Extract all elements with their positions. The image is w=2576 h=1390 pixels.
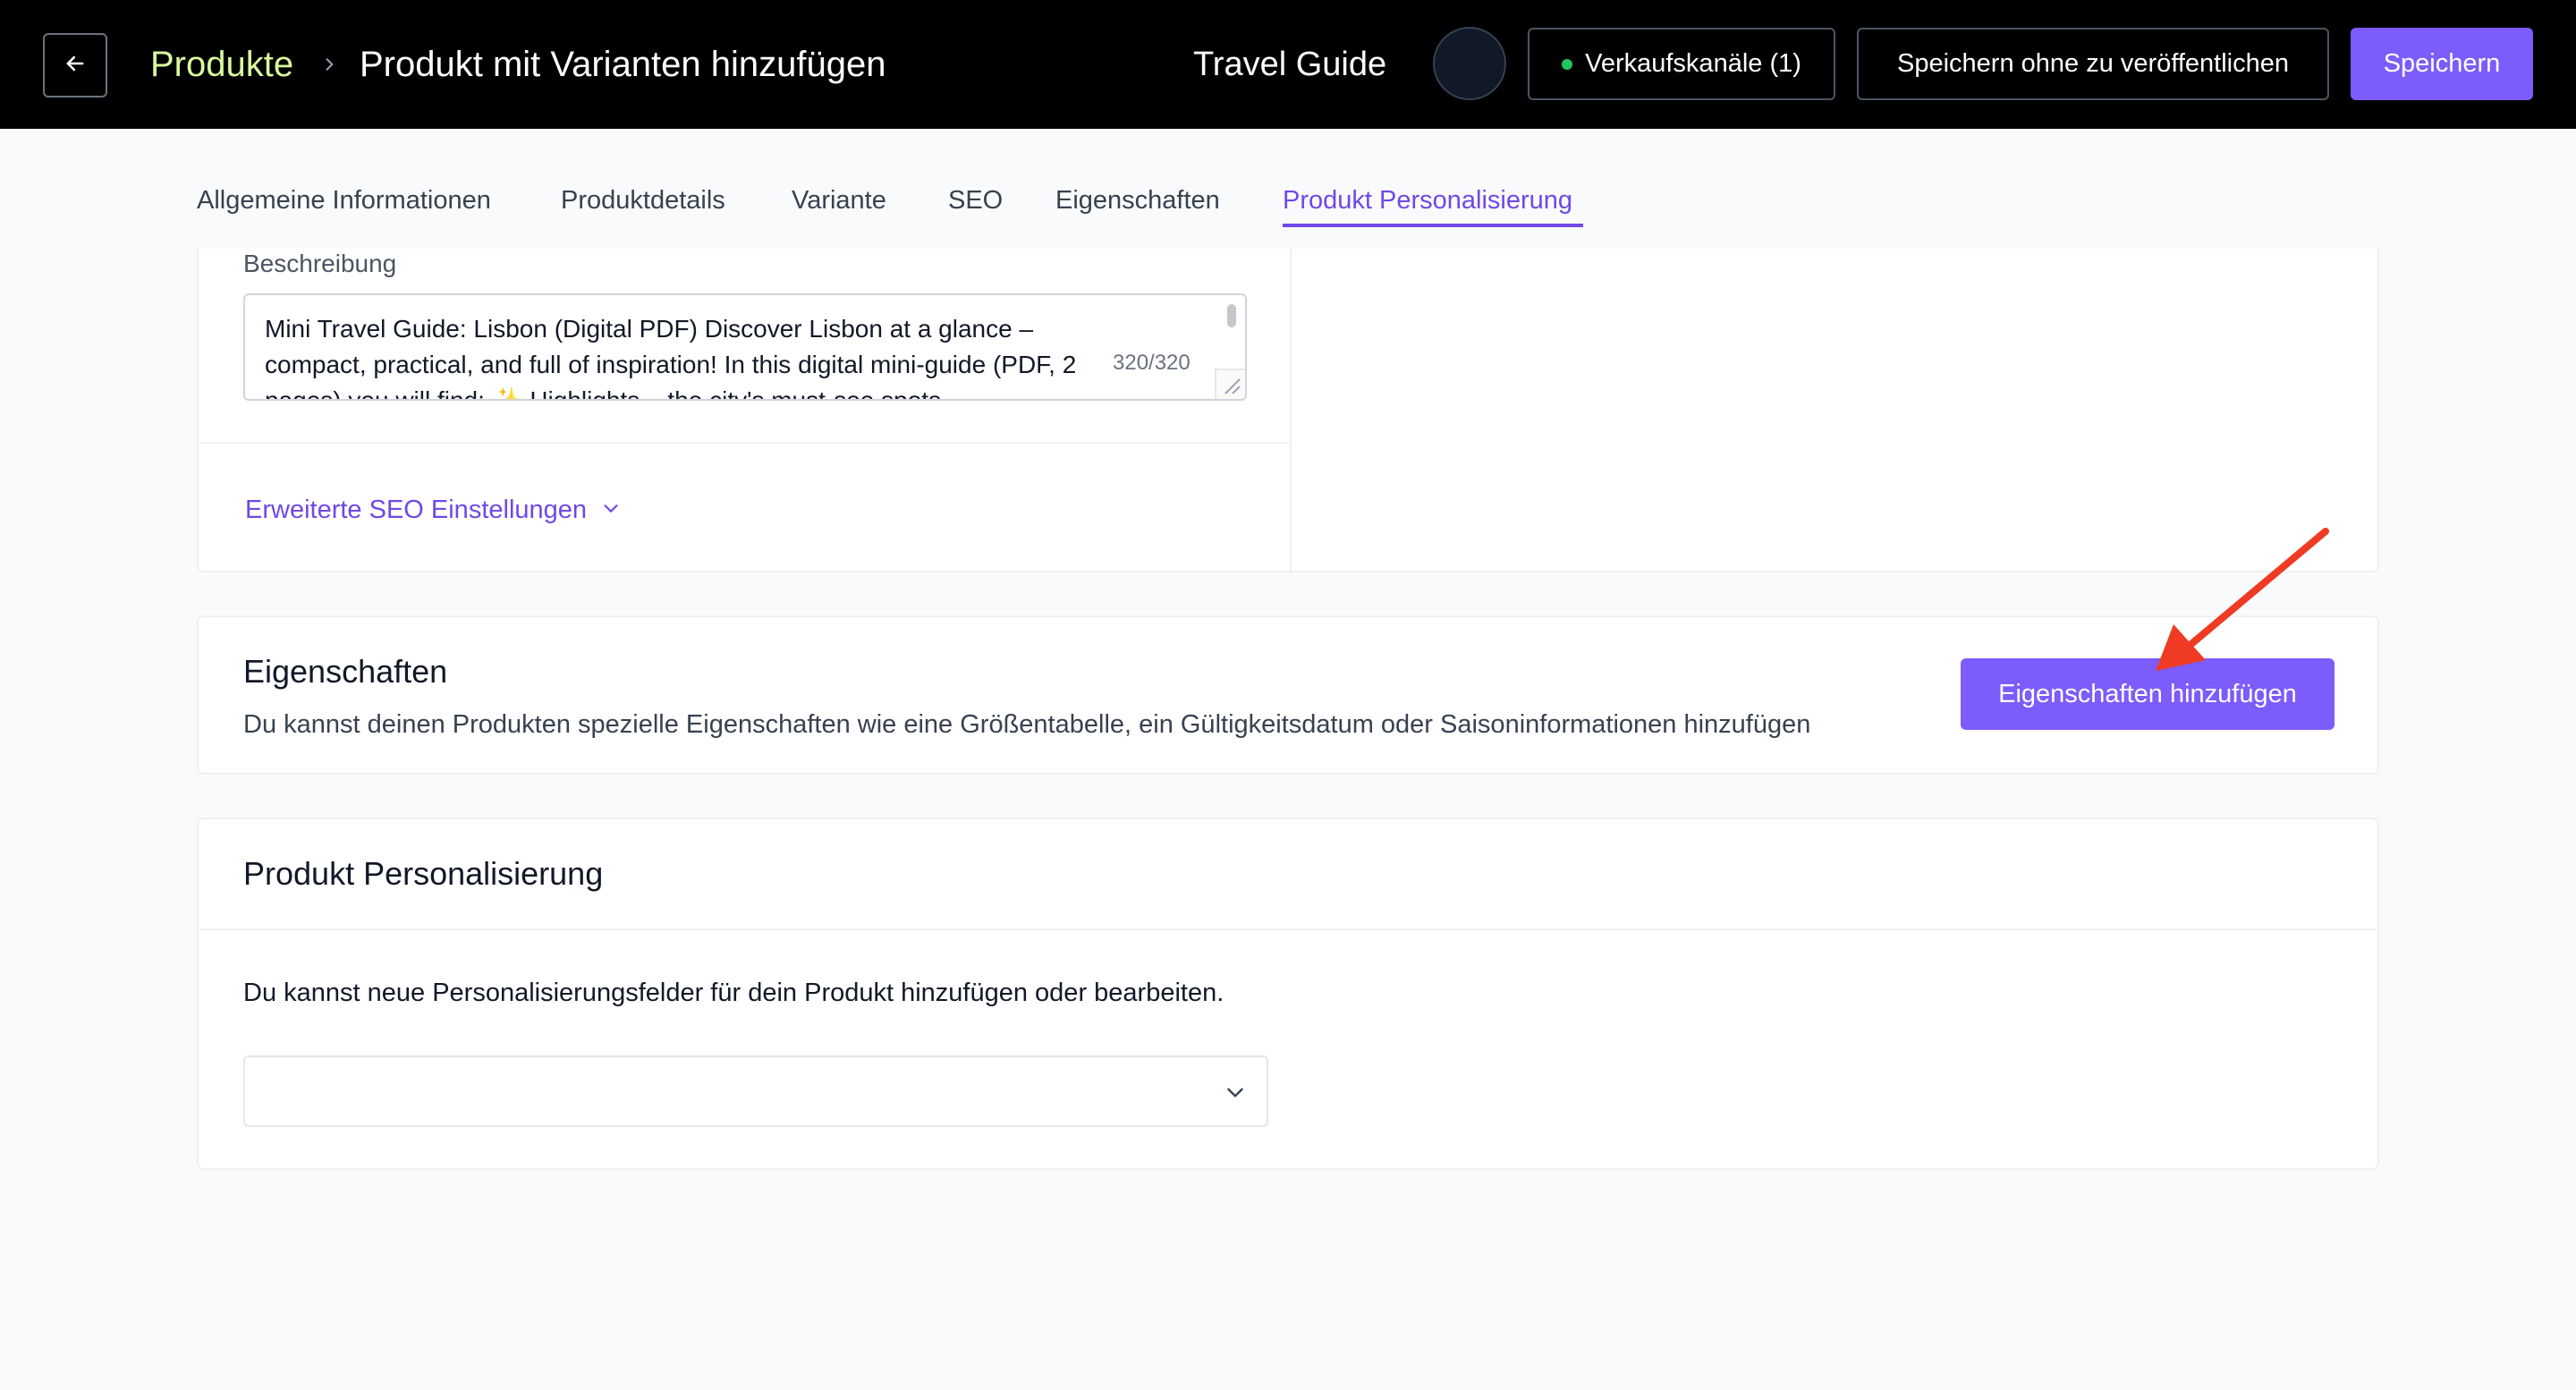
personalization-field-select[interactable] — [243, 1055, 1268, 1127]
chevron-right-icon — [318, 47, 340, 82]
textarea-scrollbar[interactable] — [1227, 304, 1236, 327]
advanced-seo-toggle[interactable]: Erweiterte SEO Einstellungen — [245, 492, 621, 528]
advanced-seo-label: Erweiterte SEO Einstellungen — [245, 496, 588, 524]
save-without-publish-button[interactable]: Speichern ohne zu veröffentlichen — [1857, 28, 2329, 100]
tab-properties[interactable]: Eigenschaften — [1055, 182, 1220, 218]
description-text: Mini Travel Guide: Lisbon (Digital PDF) … — [265, 315, 1077, 401]
section-divider — [199, 928, 2377, 930]
shop-name: Travel Guide — [1193, 46, 1387, 83]
description-textarea[interactable]: Mini Travel Guide: Lisbon (Digital PDF) … — [243, 293, 1247, 401]
seo-card: Beschreibung Mini Travel Guide: Lisbon (… — [197, 249, 2379, 572]
personalization-title: Produkt Personalisierung — [243, 855, 604, 892]
page-title: Produkt mit Varianten hinzufügen — [360, 45, 886, 84]
properties-description: Du kannst deinen Produkten spezielle Eig… — [243, 710, 1811, 739]
arrow-left-icon — [63, 51, 88, 81]
chevron-down-icon — [601, 492, 621, 528]
save-button[interactable]: Speichern — [2351, 28, 2533, 100]
tab-product-personalization[interactable]: Produkt Personalisierung — [1283, 182, 1572, 218]
tab-product-details[interactable]: Produktdetails — [561, 182, 725, 218]
tab-variant[interactable]: Variante — [792, 182, 886, 218]
chevron-down-icon — [1224, 1081, 1247, 1108]
description-label: Beschreibung — [243, 250, 397, 277]
properties-card: Eigenschaften Du kannst deinen Produkten… — [197, 615, 2379, 775]
top-bar: Produkte Produkt mit Varianten hinzufüge… — [0, 0, 2576, 129]
tab-general-information[interactable]: Allgemeine Informationen — [197, 182, 491, 218]
active-tab-indicator — [1283, 224, 1583, 227]
sales-channels-label: Verkaufskanäle (1) — [1585, 49, 1801, 78]
sales-channels-button[interactable]: Verkaufskanäle (1) — [1528, 28, 1835, 100]
character-counter: 320/320 — [1113, 351, 1191, 375]
status-dot-icon — [1562, 58, 1573, 70]
tab-seo[interactable]: SEO — [948, 182, 1003, 218]
properties-title: Eigenschaften — [243, 653, 448, 690]
column-divider — [1290, 249, 1292, 571]
back-button[interactable] — [43, 33, 107, 97]
resize-handle-icon[interactable] — [1215, 369, 1245, 399]
annotation-arrow-icon — [2156, 528, 2329, 671]
personalization-card: Produkt Personalisierung Du kannst neue … — [197, 818, 2379, 1170]
personalization-description: Du kannst neue Personalisierungsfelder f… — [243, 979, 1224, 1007]
avatar[interactable] — [1433, 27, 1506, 100]
breadcrumb-products-link[interactable]: Produkte — [150, 41, 293, 88]
section-divider — [199, 442, 1290, 444]
